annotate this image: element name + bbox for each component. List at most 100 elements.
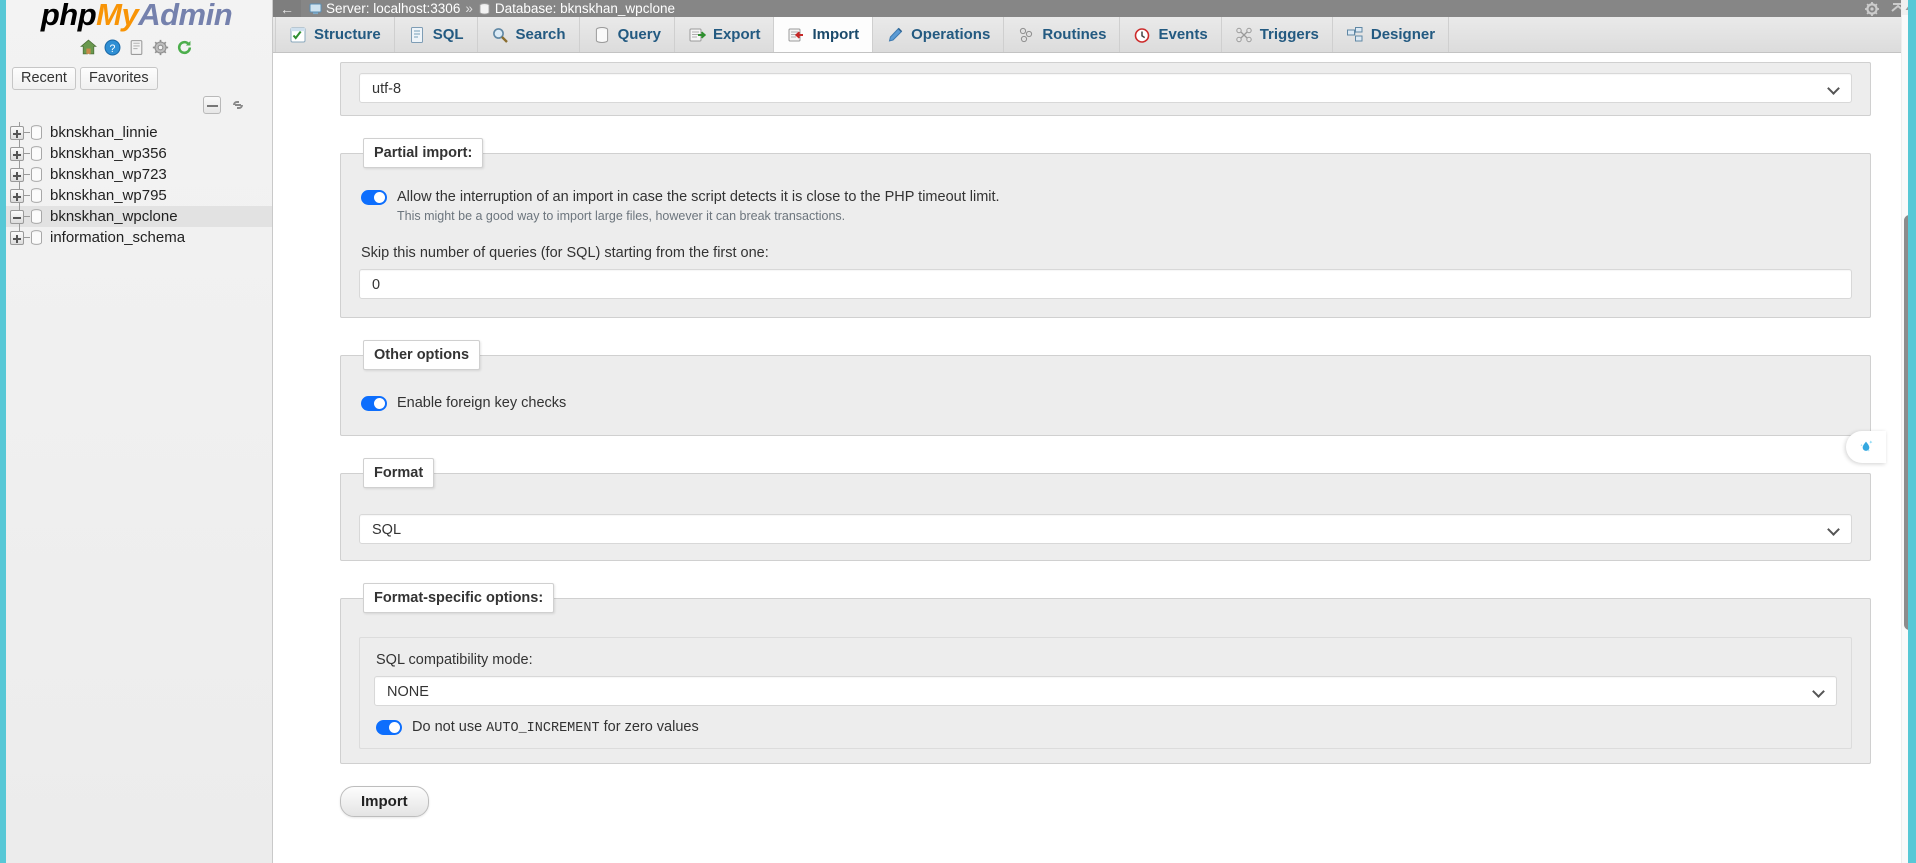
format-select-wrap: SQL	[359, 514, 1852, 544]
triggers-icon	[1235, 26, 1253, 44]
nav-tab-favorites[interactable]: Favorites	[80, 67, 158, 90]
tab-operations[interactable]: Operations	[873, 17, 1004, 52]
auto-increment-toggle[interactable]	[376, 720, 402, 735]
charset-select-wrap: utf-8	[359, 73, 1852, 103]
breadcrumb-bar: ← Server: localhost:3306 » Database: bkn…	[273, 0, 1916, 17]
charset-select[interactable]: utf-8	[359, 73, 1852, 103]
help-icon[interactable]: ?	[104, 39, 121, 56]
other-options-fieldset: Other options Enable foreign key checks	[340, 340, 1871, 436]
phpmyadmin-logo[interactable]: phpMyAdmin	[0, 0, 273, 30]
db-tree-item-1[interactable]: bknskhan_wp356	[0, 143, 273, 164]
sql-options-panel: SQL compatibility mode: NONE Do not use …	[359, 637, 1852, 749]
export-icon	[688, 26, 706, 44]
navigation-panel: phpMyAdmin ? Recen	[0, 0, 273, 863]
tab-label: Structure	[314, 26, 381, 43]
format-legend: Format	[363, 458, 434, 488]
format-select[interactable]: SQL	[359, 514, 1852, 544]
import-page-content: utf-8 Partial import: Allow the interrup…	[273, 53, 1916, 863]
auto-increment-label: Do not use AUTO_INCREMENT for zero value…	[412, 718, 699, 738]
database-icon	[30, 230, 43, 245]
database-icon	[30, 167, 43, 182]
db-tree-item-label: bknskhan_linnie	[50, 124, 158, 141]
water-drop-sparkle-icon[interactable]	[1846, 431, 1886, 463]
format-fieldset: Format SQL	[340, 458, 1871, 561]
db-tree-item-label: bknskhan_wpclone	[50, 208, 178, 225]
breadcrumb-server[interactable]: Server: localhost:3306	[309, 1, 460, 16]
skip-queries-input[interactable]: 0	[359, 269, 1852, 299]
main-panel: ← Server: localhost:3306 » Database: bkn…	[273, 0, 1916, 863]
water-drop-glyph	[1856, 437, 1876, 457]
navigation-tabs: Recent Favorites	[0, 60, 273, 90]
designer-icon	[1346, 26, 1364, 44]
expand-toggle-icon[interactable]	[10, 126, 24, 140]
foreign-key-row: Enable foreign key checks	[361, 394, 1852, 413]
database-icon	[30, 146, 43, 161]
tab-label: Query	[618, 26, 661, 43]
db-tree-item-2[interactable]: bknskhan_wp723	[0, 164, 273, 185]
tab-query[interactable]: Query	[580, 17, 675, 52]
sql-icon	[408, 26, 426, 44]
db-tree-item-label: bknskhan_wp795	[50, 187, 167, 204]
phpmyadmin-app: phpMyAdmin ? Recen	[0, 0, 1916, 863]
db-tree-item-5[interactable]: information_schema	[0, 227, 273, 248]
navigation-toolbar	[0, 90, 273, 114]
tab-label: SQL	[433, 26, 464, 43]
tab-events[interactable]: Events	[1120, 17, 1221, 52]
format-specific-options-fieldset: Format-specific options: SQL compatibili…	[340, 583, 1871, 764]
tab-structure[interactable]: Structure	[275, 17, 395, 52]
server-icon	[309, 3, 322, 15]
nav-tab-recent[interactable]: Recent	[12, 67, 76, 90]
expand-toggle-icon[interactable]	[10, 189, 24, 203]
expand-toggle-icon[interactable]	[10, 231, 24, 245]
main-tab-bar: Structure SQL Search Query	[273, 17, 1916, 53]
query-icon	[593, 26, 611, 44]
toggle-knob	[374, 398, 385, 409]
tab-routines[interactable]: Routines	[1004, 17, 1120, 52]
collapse-toggle-icon[interactable]	[10, 210, 24, 224]
breadcrumb-separator: »	[465, 1, 473, 16]
collapse-all-icon[interactable]	[203, 96, 221, 114]
database-icon	[30, 209, 43, 224]
refresh-icon[interactable]	[176, 39, 193, 56]
import-icon	[787, 26, 805, 44]
toggle-knob	[389, 722, 400, 733]
import-submit-button[interactable]: Import	[340, 786, 429, 817]
tab-sql[interactable]: SQL	[395, 17, 478, 52]
tab-label: Events	[1158, 26, 1207, 43]
tab-label: Operations	[911, 26, 990, 43]
foreign-key-toggle[interactable]	[361, 396, 387, 411]
home-icon[interactable]	[80, 39, 97, 56]
db-tree-item-0[interactable]: bknskhan_linnie	[0, 122, 273, 143]
db-tree-item-label: bknskhan_wp723	[50, 166, 167, 183]
allow-interrupt-label: Allow the interruption of an import in c…	[397, 188, 1000, 207]
auto-increment-row: Do not use AUTO_INCREMENT for zero value…	[376, 718, 1837, 738]
expand-toggle-icon[interactable]	[10, 168, 24, 182]
allow-interrupt-row: Allow the interruption of an import in c…	[361, 188, 1852, 207]
breadcrumb-database[interactable]: Database: bknskhan_wpclone	[478, 1, 675, 16]
breadcrumb-database-label: Database: bknskhan_wpclone	[495, 1, 675, 16]
database-icon	[478, 3, 491, 15]
other-options-legend: Other options	[363, 340, 480, 370]
sql-compatibility-select-wrap: NONE	[374, 676, 1837, 706]
tab-export[interactable]: Export	[675, 17, 775, 52]
database-icon	[30, 125, 43, 140]
format-specific-legend: Format-specific options:	[363, 583, 554, 613]
breadcrumb-server-label: Server: localhost:3306	[326, 1, 460, 16]
tab-label: Routines	[1042, 26, 1106, 43]
allow-interrupt-toggle[interactable]	[361, 190, 387, 205]
settings-gear-icon[interactable]	[152, 39, 169, 56]
tab-search[interactable]: Search	[478, 17, 580, 52]
tab-triggers[interactable]: Triggers	[1222, 17, 1333, 52]
db-tree-item-label: information_schema	[50, 229, 185, 246]
db-tree-item-4[interactable]: bknskhan_wpclone	[0, 206, 273, 227]
gear-icon[interactable]	[1864, 1, 1880, 17]
logo-admin: Admin	[138, 0, 232, 32]
expand-toggle-icon[interactable]	[10, 147, 24, 161]
docs-icon[interactable]	[128, 39, 145, 56]
sql-compatibility-select[interactable]: NONE	[374, 676, 1837, 706]
db-tree-item-3[interactable]: bknskhan_wp795	[0, 185, 273, 206]
tab-import[interactable]: Import	[774, 17, 873, 52]
back-button[interactable]: ←	[273, 0, 301, 17]
link-with-main-panel-icon[interactable]	[229, 96, 247, 114]
tab-designer[interactable]: Designer	[1333, 17, 1449, 52]
